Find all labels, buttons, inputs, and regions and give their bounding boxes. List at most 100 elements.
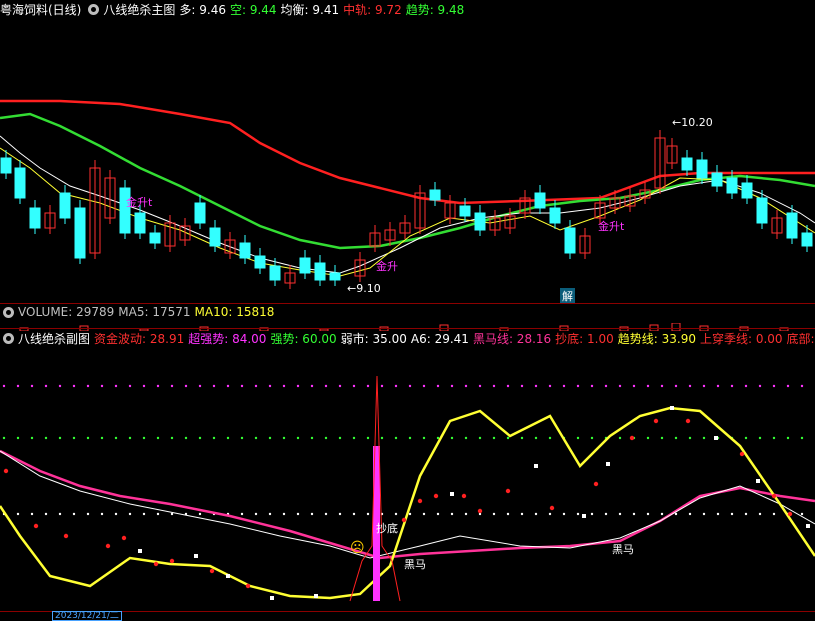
level-dot [156,436,160,440]
level-dot [772,512,776,516]
level-dot [450,436,454,440]
level-dot [114,436,118,440]
level-dot [142,384,146,388]
level-dot [198,436,202,440]
level-dot [576,436,580,440]
level-dot [632,384,636,388]
level-dot [758,436,762,440]
level-dot [688,384,692,388]
gear-icon[interactable] [3,332,14,344]
gear-icon[interactable] [3,306,14,318]
candle-body [194,202,206,224]
level-dot [478,384,482,388]
volume-stat-1: MA5: 17571 [118,305,191,319]
level-dot [436,436,440,440]
main-chart[interactable]: ←10.20 ←9.10 金升t 金升 金升t 解 [0,18,815,304]
level-dot [800,384,804,388]
level-dot [408,384,412,388]
signal-dot [153,561,159,567]
sub-chart[interactable]: 抄底 黑马 黑马 ☹ [0,346,815,611]
level-dot [86,436,90,440]
level-dot [408,512,412,516]
stock-title[interactable]: 粤海饲料(日线) [0,1,81,18]
level-dot [310,512,314,516]
candle-body [299,257,311,274]
level-dot [254,436,258,440]
level-dot [58,436,62,440]
signal-dot [209,568,215,574]
low-price-label: ←9.10 [347,282,381,295]
level-dot [800,436,804,440]
footer-date[interactable]: 2023/12/21/二 [52,611,122,621]
level-dot [254,512,258,516]
jie-badge[interactable]: 解 [560,288,575,304]
level-dot [16,512,20,516]
level-dot [100,384,104,388]
signal-dot [771,493,777,499]
level-dot [30,384,34,388]
level-dot [114,512,118,516]
candle-body [549,207,561,224]
sub-indicator-name[interactable]: 八线绝杀副图 [18,330,90,347]
signal-dot [787,511,793,517]
level-dot [268,384,272,388]
candle-body [74,207,86,259]
level-dot [548,512,552,516]
level-dot [184,436,188,440]
signal-square [806,524,810,528]
level-dot [380,384,384,388]
level-dot [744,436,748,440]
level-dot [674,436,678,440]
face-icon: ☹ [350,540,365,556]
level-dot [702,512,706,516]
level-dot [142,512,146,516]
sub-stat-3: 弱市: 35.00 [340,331,407,346]
signal-square [194,554,198,558]
level-dot [646,436,650,440]
sub-stat-4: A6: 29.41 [410,331,469,346]
level-dot [100,512,104,516]
level-dot [72,512,76,516]
signal-dot [685,418,691,424]
signal-dot [739,451,745,457]
sub-stat-2: 强势: 60.00 [270,331,337,346]
signal-square [138,549,142,553]
signal-square [226,574,230,578]
level-dot [156,384,160,388]
level-dot [674,384,678,388]
volume-chart[interactable] [0,320,815,332]
level-dot [338,384,342,388]
level-dot [338,512,342,516]
level-dot [548,384,552,388]
level-dot [58,512,62,516]
level-dot [170,512,174,516]
main-indicator-name[interactable]: 八线绝杀主图 [103,1,175,18]
level-dot [394,436,398,440]
level-dot [282,384,286,388]
level-dot [590,436,594,440]
candle-body [149,232,161,244]
signal-dot [245,583,251,589]
level-dot [786,436,790,440]
level-dot [716,512,720,516]
level-dot [268,436,272,440]
level-dot [72,436,76,440]
signal-dot [477,508,483,514]
level-dot [660,512,664,516]
sub-stat-0: 资金波动: 28.91 [94,331,185,346]
level-dot [212,384,216,388]
level-dot [436,384,440,388]
level-dot [492,384,496,388]
gear-icon[interactable] [88,3,100,15]
level-dot [562,512,566,516]
level-dot [422,436,426,440]
level-dot [464,436,468,440]
candle-body [741,182,753,199]
level-dot [520,512,524,516]
level-dot [296,436,300,440]
level-dot [590,512,594,516]
level-dot [128,384,132,388]
candle-body [681,157,693,171]
signal-dot [549,505,555,511]
signal-dot [593,481,599,487]
